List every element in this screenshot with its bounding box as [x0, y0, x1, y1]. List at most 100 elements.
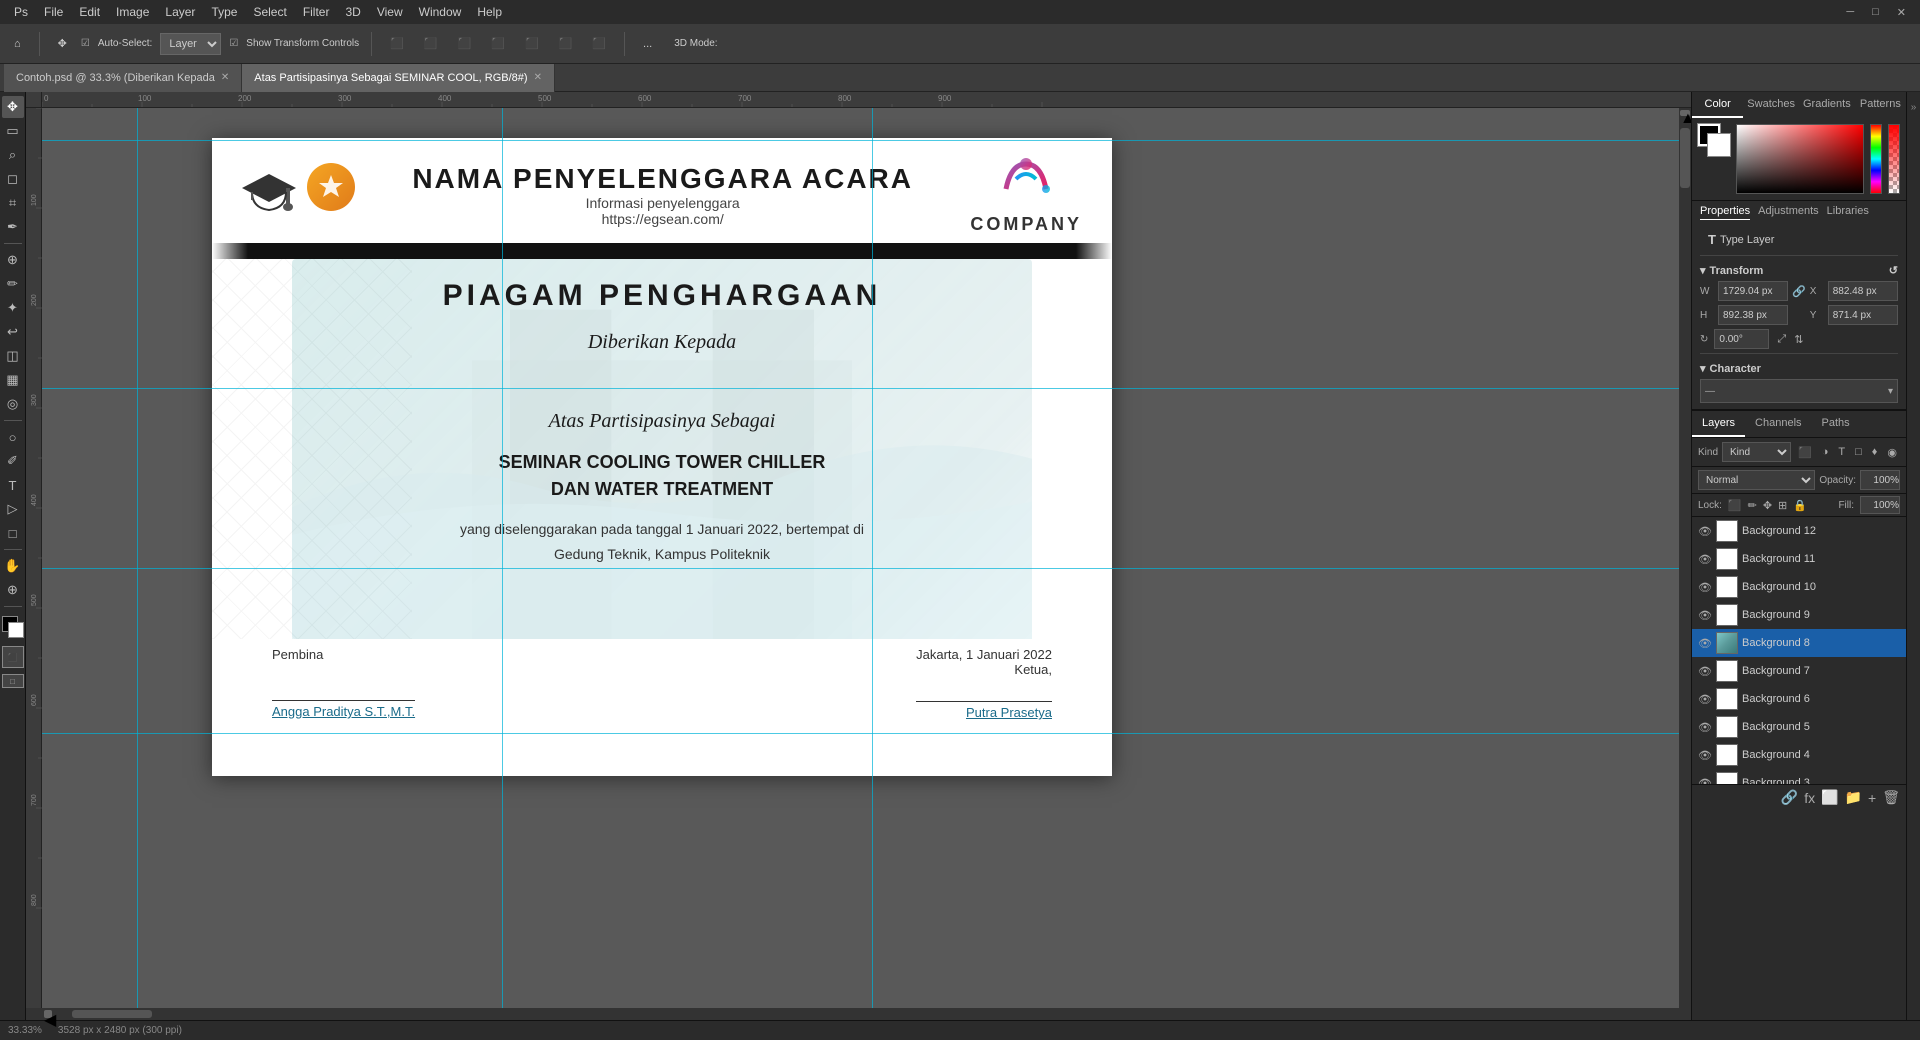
- auto-select-checkbox[interactable]: ☑: [81, 38, 90, 49]
- char-collapse-icon[interactable]: ▾: [1700, 362, 1706, 375]
- menu-3d[interactable]: 3D: [339, 3, 366, 21]
- prop-tab-libraries[interactable]: Libraries: [1827, 205, 1869, 220]
- layer-item-bg4[interactable]: 👁 Background 4: [1692, 741, 1906, 769]
- path-select-tool[interactable]: ▷: [2, 498, 24, 520]
- warp-icon[interactable]: ⤢: [1777, 333, 1786, 346]
- layer-item-bg7[interactable]: 👁 Background 7: [1692, 657, 1906, 685]
- layer-item-bg8[interactable]: 👁 Background 8: [1692, 629, 1906, 657]
- lock-all-btn[interactable]: 🔒: [1793, 499, 1807, 512]
- object-select-tool[interactable]: ◻: [2, 168, 24, 190]
- spot-heal-tool[interactable]: ⊕: [2, 249, 24, 271]
- align-top-button[interactable]: ⬛: [485, 34, 511, 53]
- menu-file[interactable]: File: [38, 3, 69, 21]
- new-group-button[interactable]: 📁: [1845, 789, 1862, 806]
- crop-tool[interactable]: ⌗: [2, 192, 24, 214]
- gradient-tool[interactable]: ▦: [2, 369, 24, 391]
- lasso-tool[interactable]: ⌕: [2, 144, 24, 166]
- layer-item-bg3[interactable]: 👁 Background 3: [1692, 769, 1906, 784]
- add-fx-button[interactable]: fx: [1804, 790, 1815, 806]
- auto-select-dropdown[interactable]: Layer Group: [160, 33, 221, 55]
- layer-item-bg10[interactable]: 👁 Background 10: [1692, 573, 1906, 601]
- menu-view[interactable]: View: [371, 3, 409, 21]
- layers-tab-paths[interactable]: Paths: [1812, 411, 1860, 437]
- eraser-tool[interactable]: ◫: [2, 345, 24, 367]
- font-dropdown-arrow[interactable]: ▾: [1888, 386, 1893, 397]
- lock-pixel-btn[interactable]: ✏: [1748, 499, 1757, 512]
- menu-window[interactable]: Window: [413, 3, 468, 21]
- vertical-scrollbar[interactable]: ▲: [1679, 108, 1691, 1008]
- eye-bg7[interactable]: 👁: [1698, 665, 1712, 678]
- move-tool-button[interactable]: ✥: [52, 34, 73, 53]
- menu-type[interactable]: Type: [205, 3, 243, 21]
- eye-bg4[interactable]: 👁: [1698, 749, 1712, 762]
- filter-toggle[interactable]: ◉: [1884, 445, 1900, 460]
- opacity-input[interactable]: [1860, 470, 1900, 490]
- menu-select[interactable]: Select: [247, 3, 292, 21]
- zoom-tool[interactable]: ⊕: [2, 579, 24, 601]
- align-center-h-button[interactable]: ⬛: [418, 34, 444, 53]
- layers-tab-layers[interactable]: Layers: [1692, 411, 1745, 437]
- blend-mode-dropdown[interactable]: Normal: [1698, 470, 1815, 490]
- window-close[interactable]: ✕: [1891, 4, 1912, 21]
- menu-help[interactable]: Help: [471, 3, 508, 21]
- add-link-button[interactable]: 🔗: [1781, 789, 1798, 806]
- hand-tool[interactable]: ✋: [2, 555, 24, 577]
- type-tool[interactable]: T: [2, 474, 24, 496]
- eye-bg9[interactable]: 👁: [1698, 609, 1712, 622]
- menu-image[interactable]: Image: [110, 3, 155, 21]
- pen-tool[interactable]: ✐: [2, 450, 24, 472]
- menu-filter[interactable]: Filter: [297, 3, 336, 21]
- filter-pixel-btn[interactable]: ⬛: [1795, 445, 1815, 460]
- eye-bg11[interactable]: 👁: [1698, 553, 1712, 566]
- hue-slider[interactable]: [1870, 124, 1882, 194]
- prop-tab-adjustments[interactable]: Adjustments: [1758, 205, 1819, 220]
- align-left-button[interactable]: ⬛: [384, 34, 410, 53]
- screen-mode-button[interactable]: □: [2, 674, 24, 688]
- scroll-up-arrow[interactable]: ▲: [1680, 110, 1690, 116]
- eye-bg5[interactable]: 👁: [1698, 721, 1712, 734]
- lock-transparent-btn[interactable]: ⬛: [1728, 499, 1742, 512]
- menu-edit[interactable]: Edit: [73, 3, 106, 21]
- flip-icon[interactable]: ⇅: [1794, 333, 1803, 346]
- scroll-thumb-h[interactable]: [72, 1010, 152, 1018]
- fg-bg-color-boxes[interactable]: [1698, 124, 1730, 156]
- eye-bg10[interactable]: 👁: [1698, 581, 1712, 594]
- transform-reset-icon[interactable]: ↺: [1889, 264, 1898, 277]
- collapse-icon[interactable]: ▾: [1700, 264, 1706, 277]
- layers-tab-channels[interactable]: Channels: [1745, 411, 1811, 437]
- panel-collapse-handle[interactable]: »: [1906, 92, 1920, 1020]
- kind-dropdown[interactable]: Kind: [1722, 442, 1791, 462]
- layer-item-bg12[interactable]: 👁 Background 12: [1692, 517, 1906, 545]
- dodge-tool[interactable]: ○: [2, 426, 24, 448]
- history-brush-tool[interactable]: ↩: [2, 321, 24, 343]
- prop-tab-properties[interactable]: Properties: [1700, 205, 1750, 220]
- filter-adjust-btn[interactable]: ◑: [1819, 445, 1832, 459]
- layer-item-bg11[interactable]: 👁 Background 11: [1692, 545, 1906, 573]
- scroll-left-arrow[interactable]: ◀: [44, 1010, 52, 1018]
- background-color-box[interactable]: [1708, 134, 1730, 156]
- font-family-input[interactable]: — ▾: [1700, 379, 1898, 403]
- filter-smart-btn[interactable]: ♦: [1869, 445, 1881, 459]
- eye-bg3[interactable]: 👁: [1698, 777, 1712, 785]
- align-bottom-button[interactable]: ⬛: [553, 34, 579, 53]
- width-input[interactable]: [1718, 281, 1788, 301]
- clone-stamp-tool[interactable]: ✦: [2, 297, 24, 319]
- transform-controls-checkbox[interactable]: ☑: [229, 38, 238, 49]
- opacity-strip[interactable]: [1888, 124, 1900, 194]
- tab-atas-partisipasinya[interactable]: Atas Partisipasinya Sebagai SEMINAR COOL…: [242, 64, 555, 92]
- photoshop-canvas[interactable]: NAMA PENYELENGGARA ACARA Informasi penye…: [42, 108, 1679, 1008]
- color-gradient-picker[interactable]: [1736, 124, 1864, 194]
- quick-mask-button[interactable]: ⬛: [2, 646, 24, 668]
- lock-artboard-btn[interactable]: ⊞: [1778, 499, 1787, 512]
- home-button[interactable]: ⌂: [8, 35, 27, 53]
- eye-bg8[interactable]: 👁: [1698, 637, 1712, 650]
- delete-layer-button[interactable]: 🗑: [1882, 789, 1900, 806]
- select-rectangle-tool[interactable]: ▭: [2, 120, 24, 142]
- ps-logo[interactable]: Ps: [8, 3, 34, 21]
- tab-patterns[interactable]: Patterns: [1855, 92, 1906, 118]
- horizontal-scrollbar[interactable]: ◀: [42, 1008, 1679, 1020]
- brush-tool[interactable]: ✏: [2, 273, 24, 295]
- tab-close-1[interactable]: ✕: [221, 72, 229, 83]
- height-input[interactable]: [1718, 305, 1788, 325]
- layer-item-bg5[interactable]: 👁 Background 5: [1692, 713, 1906, 741]
